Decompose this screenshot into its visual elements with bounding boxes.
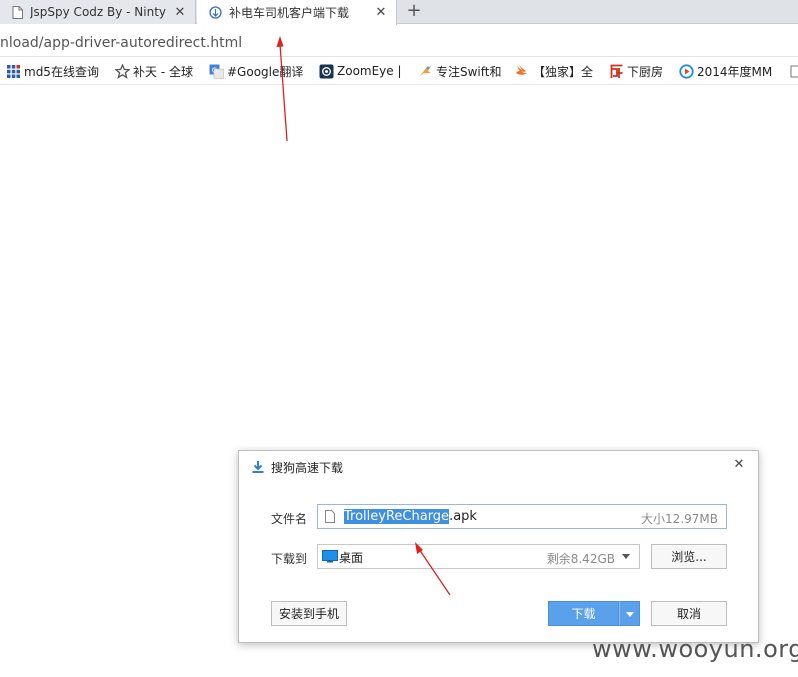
tab-driver-download[interactable]: 补电车司机客户端下载 ✕ — [197, 0, 397, 25]
download-options-button[interactable] — [619, 601, 640, 626]
page-icon — [12, 5, 23, 19]
address-bar[interactable]: nload/app-driver-autoredirect.html — [0, 25, 798, 57]
free-space: 剩余8.42GB — [546, 552, 615, 566]
tab-label: JspSpy Codz By - Ninty — [30, 5, 167, 19]
close-tab-icon[interactable]: ✕ — [372, 5, 390, 20]
new-tab-button[interactable]: + — [404, 0, 424, 24]
bookmark-2014mm[interactable]: 2014年度MM — [679, 63, 772, 79]
file-icon — [325, 510, 335, 523]
close-icon[interactable]: ✕ — [732, 458, 746, 472]
install-to-phone-button[interactable]: 安装到手机 — [271, 601, 347, 626]
download-icon — [252, 461, 264, 473]
site-icon — [209, 6, 222, 19]
bookmarks-bar: md5在线查询 补天 - 全球 G #Google翻译 ZoomEye | 专注… — [0, 57, 798, 85]
tab-strip: JspSpy Codz By - Ninty ✕ 补电车司机客户端下载 ✕ + — [0, 0, 798, 25]
bookmark-label: #Google翻译 — [227, 64, 304, 79]
dialog-title: 搜狗高速下载 — [251, 459, 343, 475]
save-location-value: 桌面 — [339, 551, 364, 565]
save-location-select[interactable]: 桌面 剩余8.42GB — [317, 544, 640, 569]
save-location-label: 下载到 — [271, 552, 308, 566]
eye-icon — [319, 64, 334, 78]
tab-label: 补电车司机客户端下载 — [229, 6, 350, 20]
file-name-selection: TrolleyReCharge — [344, 509, 450, 524]
bookmark-zoomeye[interactable]: ZoomEye | — [319, 63, 402, 79]
bookmark-butian[interactable]: 补天 - 全球 — [115, 63, 193, 79]
url-text[interactable]: nload/app-driver-autoredirect.html — [0, 35, 242, 51]
star-icon — [115, 63, 130, 79]
bookmark-label: 专注Swift和 — [436, 64, 502, 79]
chevron-down-icon[interactable] — [622, 554, 630, 559]
download-dialog: 搜狗高速下载 ✕ 文件名 TrolleyReCharge.apk 大小12.97… — [238, 450, 759, 643]
file-name-extension: .apk — [449, 509, 477, 524]
svg-text:G: G — [212, 66, 217, 74]
close-tab-icon[interactable]: ✕ — [171, 5, 189, 20]
translate-icon: G — [209, 64, 224, 79]
browse-button[interactable]: 浏览... — [651, 544, 727, 569]
file-name-input[interactable]: TrolleyReCharge.apk 大小12.97MB — [317, 504, 727, 529]
bookmark-label: md5在线查询 — [24, 64, 99, 79]
file-name-label: 文件名 — [271, 512, 308, 526]
cancel-button[interactable]: 取消 — [651, 601, 727, 626]
kitchen-icon — [610, 64, 623, 78]
bookmark-md5[interactable]: md5在线查询 — [6, 63, 99, 79]
file-size: 大小12.97MB — [641, 512, 718, 526]
file-name-value: TrolleyReCharge.apk — [344, 509, 477, 524]
watermark: www.wooyun.org — [592, 635, 798, 663]
swift-icon — [516, 64, 528, 75]
browser-window: JspSpy Codz By - Ninty ✕ 补电车司机客户端下载 ✕ + … — [0, 0, 798, 677]
dialog-title-text: 搜狗高速下载 — [271, 460, 344, 475]
bookmark-swift-focus[interactable]: 专注Swift和 — [418, 63, 502, 79]
bookmark-label: ZoomEye | — [337, 64, 402, 78]
bookmark-folder[interactable] — [790, 63, 798, 79]
grid-icon — [7, 64, 20, 78]
bookmark-label: 2014年度MM — [697, 64, 773, 79]
folder-icon — [790, 65, 798, 77]
swift-bird-icon — [420, 65, 431, 76]
bookmark-xiachufang[interactable]: 下厨房 — [609, 63, 663, 79]
bookmark-label: 下厨房 — [627, 64, 664, 79]
chevron-down-icon — [626, 612, 634, 617]
play-icon — [679, 63, 694, 79]
bookmark-label: 补天 - 全球 — [133, 64, 193, 79]
bookmark-exclusive[interactable]: 【独家】全 — [515, 63, 593, 79]
tab-jspspy[interactable]: JspSpy Codz By - Ninty ✕ — [0, 0, 196, 24]
bookmark-label: 【独家】全 — [533, 64, 594, 79]
download-button[interactable]: 下载 — [548, 601, 619, 626]
bookmark-google-translate[interactable]: G #Google翻译 — [209, 63, 303, 79]
desktop-icon — [322, 550, 338, 563]
